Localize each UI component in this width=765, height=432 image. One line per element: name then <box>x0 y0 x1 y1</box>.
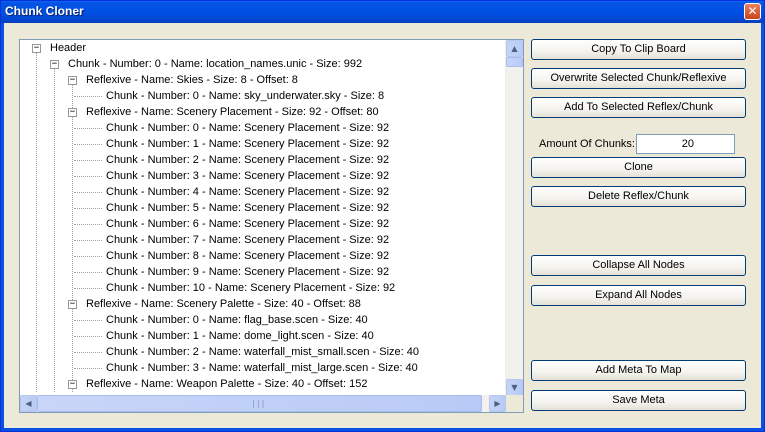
copy-to-clipboard-button[interactable]: Copy To Clip Board <box>531 39 746 60</box>
tree-connector <box>74 176 102 177</box>
tree-connector <box>74 160 102 161</box>
vertical-scroll-thumb[interactable] <box>506 57 523 67</box>
scroll-down-button[interactable]: ▼ <box>506 379 523 396</box>
tree-leaf[interactable]: Chunk - Number: 0 - Name: flag_base.scen… <box>106 312 368 328</box>
collapse-icon[interactable]: − <box>68 300 77 309</box>
tree-guide-line <box>36 52 37 392</box>
expand-all-nodes-button[interactable]: Expand All Nodes <box>531 285 746 306</box>
tree-connector <box>74 352 102 353</box>
close-icon[interactable]: ✕ <box>744 3 761 20</box>
tree-leaf[interactable]: Chunk - Number: 8 - Name: Scenery Placem… <box>106 248 389 264</box>
collapse-icon[interactable]: − <box>50 60 59 69</box>
tree-leaf[interactable]: Chunk - Number: 4 - Name: Scenery Placem… <box>106 184 389 200</box>
tree-connector <box>74 224 102 225</box>
amount-of-chunks-label: Amount Of Chunks: <box>539 138 635 150</box>
tree-connector <box>74 320 102 321</box>
horizontal-scroll-thumb[interactable]: ||| <box>37 395 482 412</box>
collapse-icon[interactable]: − <box>68 76 77 85</box>
tree-connector <box>74 336 102 337</box>
collapse-all-nodes-button[interactable]: Collapse All Nodes <box>531 255 746 276</box>
tree-connector <box>74 128 102 129</box>
tree-leaf[interactable]: Chunk - Number: 1 - Name: Scenery Placem… <box>106 136 389 152</box>
tree-guide-line <box>54 68 55 392</box>
tree-leaf[interactable]: Chunk - Number: 0 - Name: sky_underwater… <box>106 88 384 104</box>
tree-leaf[interactable]: Chunk - Number: 5 - Name: Scenery Placem… <box>106 200 389 216</box>
tree-leaf[interactable]: Chunk - Number: 7 - Name: Scenery Placem… <box>106 232 389 248</box>
scroll-grip-icon: ||| <box>251 399 266 408</box>
tree-node[interactable]: Reflexive - Name: Scenery Placement - Si… <box>86 104 379 120</box>
tree-connector <box>74 368 102 369</box>
tree-connector <box>74 208 102 209</box>
tree-node[interactable]: Reflexive - Name: Skies - Size: 8 - Offs… <box>86 72 298 88</box>
tree-leaf[interactable]: Chunk - Number: 1 - Name: dome_light.sce… <box>106 328 374 344</box>
tree-leaf[interactable]: Chunk - Number: 9 - Name: Scenery Placem… <box>106 264 389 280</box>
amount-of-chunks-input[interactable] <box>636 134 735 154</box>
tree-connector <box>74 144 102 145</box>
tree-node[interactable]: Chunk - Number: 0 - Name: location_names… <box>68 56 362 72</box>
scroll-left-button[interactable]: ◀ <box>20 395 37 412</box>
tree-connector <box>74 240 102 241</box>
tree-leaf[interactable]: Chunk - Number: 3 - Name: waterfall_mist… <box>106 360 418 376</box>
vertical-scrollbar[interactable]: ▲ ▼ <box>505 40 523 396</box>
tree-node[interactable]: Reflexive - Name: Weapon Palette - Size:… <box>86 376 367 392</box>
delete-reflex-chunk-button[interactable]: Delete Reflex/Chunk <box>531 186 746 207</box>
tree-guide-line <box>72 84 73 392</box>
horizontal-scrollbar[interactable]: ◀ ||| ▶ <box>20 395 506 412</box>
collapse-icon[interactable]: − <box>68 380 77 389</box>
tree-node[interactable]: Reflexive - Name: Scenery Palette - Size… <box>86 296 361 312</box>
chunk-cloner-window: Chunk Cloner ✕ − Header − Chunk - Number: 0… <box>0 0 765 432</box>
collapse-icon[interactable]: − <box>32 44 41 53</box>
tree-connector <box>74 288 102 289</box>
tree-leaf[interactable]: Chunk - Number: 10 - Name: Scenery Place… <box>106 280 395 296</box>
scroll-up-button[interactable]: ▲ <box>506 40 523 57</box>
tree-leaf[interactable]: Chunk - Number: 2 - Name: waterfall_mist… <box>106 344 419 360</box>
tree-leaf[interactable]: Chunk - Number: 6 - Name: Scenery Placem… <box>106 216 389 232</box>
add-meta-to-map-button[interactable]: Add Meta To Map <box>531 360 746 381</box>
tree-node[interactable]: Header <box>50 40 86 56</box>
tree-leaf[interactable]: Chunk - Number: 0 - Name: Scenery Placem… <box>106 120 389 136</box>
overwrite-selected-button[interactable]: Overwrite Selected Chunk/Reflexive <box>531 68 746 89</box>
window-title: Chunk Cloner <box>5 4 84 18</box>
collapse-icon[interactable]: − <box>68 108 77 117</box>
tree-leaf[interactable]: Chunk - Number: 3 - Name: Scenery Placem… <box>106 168 389 184</box>
tree-leaf[interactable]: Chunk - Number: 2 - Name: Scenery Placem… <box>106 152 389 168</box>
scroll-right-button[interactable]: ▶ <box>489 395 506 412</box>
tree-content: − Header − Chunk - Number: 0 - Name: locati… <box>20 40 506 396</box>
save-meta-button[interactable]: Save Meta <box>531 390 746 411</box>
scrollbar-corner <box>506 395 523 412</box>
add-to-selected-button[interactable]: Add To Selected Reflex/Chunk <box>531 97 746 118</box>
tree-connector <box>74 96 102 97</box>
title-bar[interactable]: Chunk Cloner ✕ <box>1 1 764 23</box>
tree-connector <box>74 272 102 273</box>
clone-button[interactable]: Clone <box>531 157 746 178</box>
tree-connector <box>74 192 102 193</box>
tree-connector <box>74 256 102 257</box>
chunk-tree-view[interactable]: − Header − Chunk - Number: 0 - Name: locati… <box>19 39 524 413</box>
